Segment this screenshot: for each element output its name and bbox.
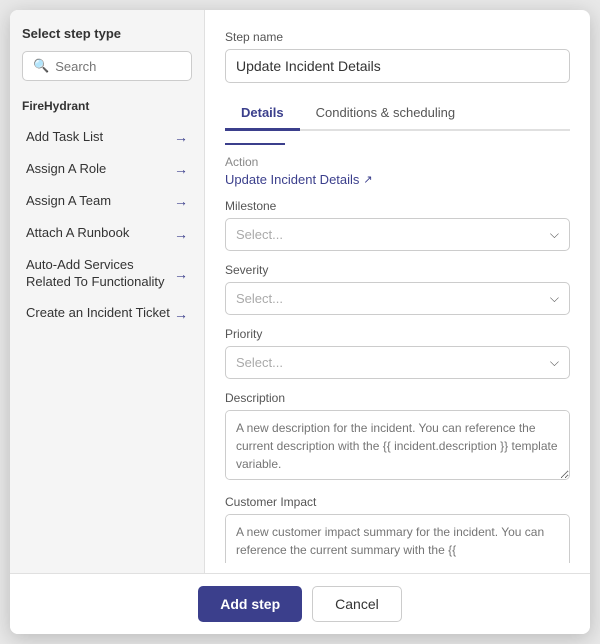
description-textarea[interactable] xyxy=(225,410,570,480)
search-box[interactable]: 🔍 xyxy=(22,51,192,81)
arrow-icon-1: → xyxy=(174,160,188,178)
sidebar-item-assign-a-role[interactable]: Assign A Role → xyxy=(22,153,192,185)
action-label: Action xyxy=(225,155,570,169)
arrow-icon-3: → xyxy=(174,225,188,243)
tab-details[interactable]: Details xyxy=(225,97,300,131)
tabs: Details Conditions & scheduling xyxy=(225,97,570,131)
tab-conditions-scheduling[interactable]: Conditions & scheduling xyxy=(300,97,471,131)
search-icon: 🔍 xyxy=(33,58,49,74)
severity-chevron-icon: ⌵ xyxy=(550,291,559,306)
description-group: Description xyxy=(225,391,570,483)
priority-label: Priority xyxy=(225,327,570,341)
search-input[interactable] xyxy=(55,59,181,74)
milestone-group: Milestone Select... ⌵ xyxy=(225,199,570,251)
priority-select[interactable]: Select... ⌵ xyxy=(225,346,570,379)
arrow-icon-4: → xyxy=(174,265,188,283)
action-link[interactable]: Update Incident Details ↗ xyxy=(225,172,570,187)
milestone-chevron-icon: ⌵ xyxy=(550,227,559,242)
sidebar-item-attach-a-runbook[interactable]: Attach A Runbook → xyxy=(22,218,192,250)
priority-chevron-icon: ⌵ xyxy=(550,355,559,370)
milestone-placeholder: Select... xyxy=(236,227,283,242)
cancel-button[interactable]: Cancel xyxy=(312,586,402,622)
arrow-icon-2: → xyxy=(174,192,188,210)
severity-select[interactable]: Select... ⌵ xyxy=(225,282,570,315)
step-name-label: Step name xyxy=(225,30,570,44)
severity-label: Severity xyxy=(225,263,570,277)
action-section: Action Update Incident Details ↗ xyxy=(225,155,570,187)
modal-footer: Add step Cancel xyxy=(10,573,590,634)
customer-impact-group: Customer Impact xyxy=(225,495,570,563)
priority-placeholder: Select... xyxy=(236,355,283,370)
modal-body: Select step type 🔍 FireHydrant Add Task … xyxy=(10,10,590,573)
sidebar-item-add-task-list[interactable]: Add Task List → xyxy=(22,121,192,153)
right-panel: Step name Details Conditions & schedulin… xyxy=(205,10,590,573)
sidebar-title: Select step type xyxy=(22,26,192,41)
sidebar-item-auto-add-services[interactable]: Auto-Add Services Related To Functionali… xyxy=(22,250,192,298)
severity-placeholder: Select... xyxy=(236,291,283,306)
sidebar-item-assign-a-team[interactable]: Assign A Team → xyxy=(22,185,192,217)
sidebar: Select step type 🔍 FireHydrant Add Task … xyxy=(10,10,205,573)
severity-group: Severity Select... ⌵ xyxy=(225,263,570,315)
tab-divider xyxy=(225,143,285,145)
milestone-select[interactable]: Select... ⌵ xyxy=(225,218,570,251)
section-label: FireHydrant xyxy=(22,99,192,113)
add-step-button[interactable]: Add step xyxy=(198,586,302,622)
sidebar-item-create-incident-ticket[interactable]: Create an Incident Ticket → xyxy=(22,298,192,330)
arrow-icon-5: → xyxy=(174,305,188,323)
description-label: Description xyxy=(225,391,570,405)
customer-impact-textarea[interactable] xyxy=(225,514,570,563)
customer-impact-label: Customer Impact xyxy=(225,495,570,509)
external-link-icon: ↗ xyxy=(363,173,372,186)
milestone-label: Milestone xyxy=(225,199,570,213)
priority-group: Priority Select... ⌵ xyxy=(225,327,570,379)
arrow-icon-0: → xyxy=(174,128,188,146)
step-name-input[interactable] xyxy=(225,49,570,83)
form-area: Action Update Incident Details ↗ Milesto… xyxy=(225,155,570,563)
modal: Select step type 🔍 FireHydrant Add Task … xyxy=(10,10,590,634)
